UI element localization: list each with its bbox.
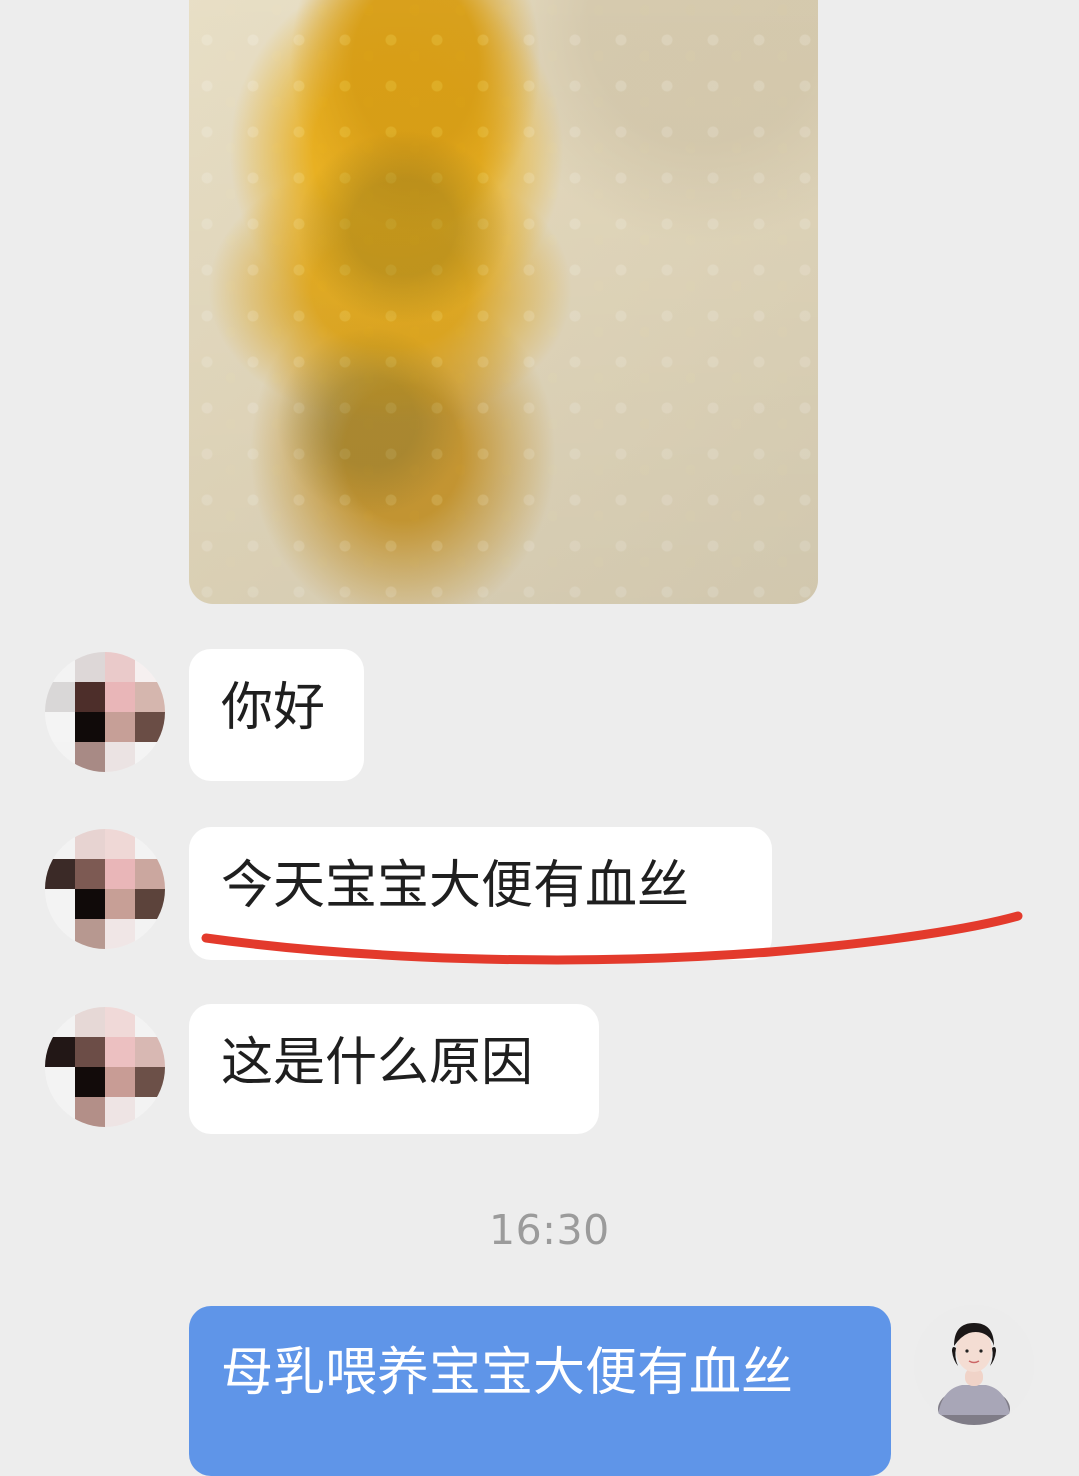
message-text: 这是什么原因 bbox=[221, 1033, 534, 1093]
outgoing-message-bubble[interactable]: 母乳喂养宝宝大便有血丝 bbox=[189, 1306, 891, 1476]
sender-avatar[interactable] bbox=[45, 1007, 165, 1127]
message-bubble[interactable]: 今天宝宝大便有血丝 bbox=[189, 827, 772, 960]
message-bubble[interactable]: 你好 bbox=[189, 649, 364, 781]
pixelated-avatar bbox=[45, 1007, 165, 1127]
message-text: 今天宝宝大便有血丝 bbox=[221, 856, 690, 916]
doctor-avatar-image bbox=[914, 1305, 1034, 1425]
pixelated-avatar bbox=[45, 829, 165, 949]
message-text: 母乳喂养宝宝大便有血丝 bbox=[221, 1343, 794, 1403]
timestamp: 16:30 bbox=[489, 1206, 610, 1254]
sender-avatar[interactable] bbox=[45, 829, 165, 949]
message-text: 你好 bbox=[221, 678, 326, 738]
sender-avatar[interactable] bbox=[45, 652, 165, 772]
pixelated-avatar bbox=[45, 652, 165, 772]
doctor-avatar[interactable] bbox=[914, 1305, 1034, 1425]
message-bubble[interactable]: 这是什么原因 bbox=[189, 1004, 599, 1134]
attached-photo[interactable] bbox=[189, 0, 818, 604]
